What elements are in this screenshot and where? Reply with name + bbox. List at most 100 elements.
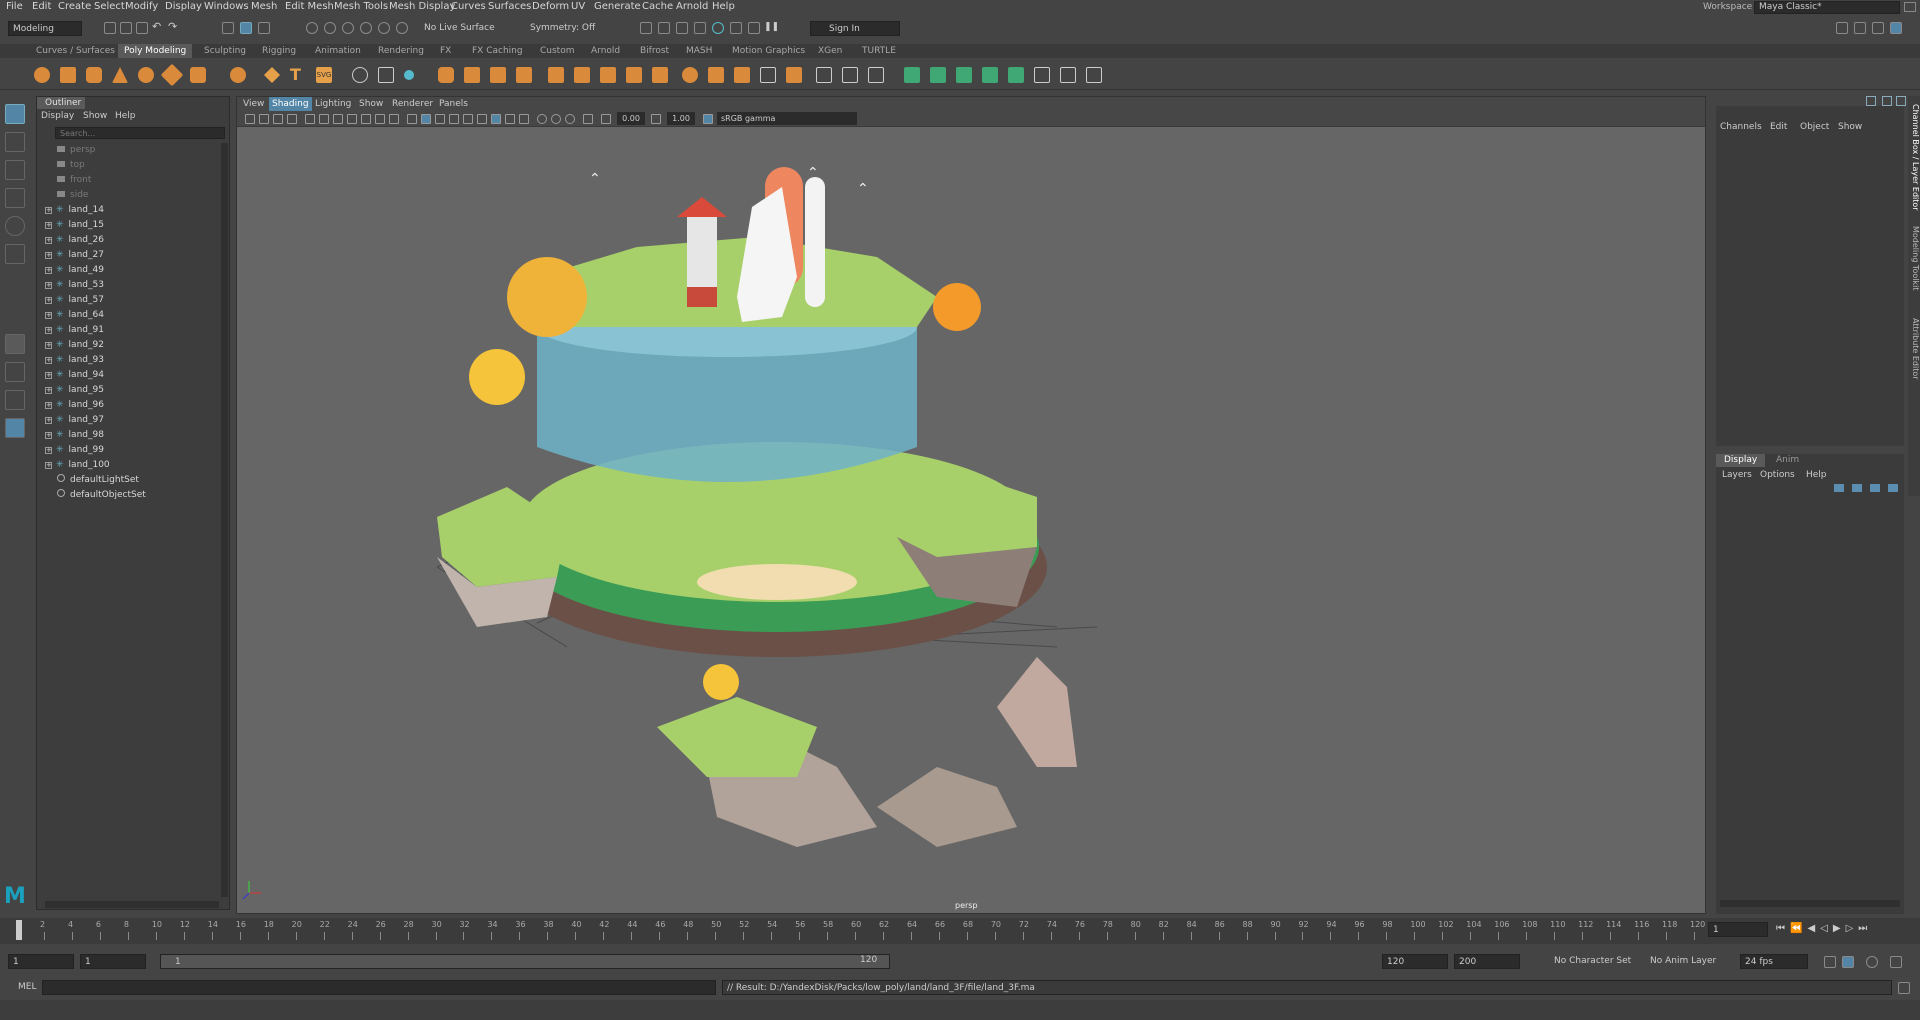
automatic-mapping-icon[interactable] <box>868 67 884 83</box>
menu-uv[interactable]: UV <box>571 0 585 14</box>
bridge-icon[interactable] <box>490 67 506 83</box>
viewport-menu-renderer[interactable]: Renderer <box>392 97 433 111</box>
exposure-field[interactable]: 0.00 <box>617 112 645 125</box>
motion-blur-icon[interactable] <box>505 114 515 124</box>
layer-move-up-icon[interactable] <box>1834 484 1844 492</box>
anim-layer-dropdown[interactable]: No Anim Layer <box>1646 954 1726 969</box>
scale-tool-icon[interactable] <box>5 244 25 264</box>
toggle-modeling-toolkit-icon[interactable] <box>1836 22 1848 34</box>
screen-space-ao-icon[interactable] <box>491 114 501 124</box>
workspace-dropdown[interactable]: Maya Classic* <box>1754 1 1900 14</box>
shelf-tab-fx-caching[interactable]: FX Caching <box>472 44 523 58</box>
field-chart-icon[interactable] <box>361 114 371 124</box>
outliner-set-item[interactable]: defaultObjectSet <box>57 488 146 503</box>
animation-preferences-icon[interactable] <box>1890 956 1902 968</box>
shelf-tab-xgen[interactable]: XGen <box>818 44 842 58</box>
outliner-menu-display[interactable]: Display <box>41 111 74 121</box>
menu-mesh-tools[interactable]: Mesh Tools <box>334 0 388 14</box>
safe-action-icon[interactable] <box>375 114 385 124</box>
edge-loop-icon[interactable] <box>652 67 668 83</box>
outliner-item[interactable]: + ✳ land_92 <box>45 338 104 353</box>
outliner-menu-show[interactable]: Show <box>83 111 107 121</box>
layers-menu[interactable]: Layers <box>1722 470 1752 480</box>
reverse-normals-icon[interactable] <box>982 67 998 83</box>
time-slider[interactable]: 2 4 6 8 10 12 14 16 18 20 22 24 26 28 30 32 34 36 38 40 42 44… <box>0 918 1920 944</box>
outliner-menu-help[interactable]: Help <box>115 111 136 121</box>
character-set-dropdown[interactable]: No Character Set <box>1550 954 1638 969</box>
isolate-select-icon[interactable] <box>537 114 547 124</box>
extrude-icon[interactable] <box>464 67 480 83</box>
shelf-tab-fx[interactable]: FX <box>440 44 451 58</box>
quad-draw-icon[interactable] <box>626 67 642 83</box>
shelf-tab-motion-graphics[interactable]: Motion Graphics <box>732 44 805 58</box>
sound-icon[interactable] <box>1866 956 1878 968</box>
layer-move-down-icon[interactable] <box>1852 484 1862 492</box>
expand-icon[interactable]: + <box>45 417 52 424</box>
view-transform-dropdown[interactable]: sRGB gamma <box>717 112 857 125</box>
viewport-menu-view[interactable]: View <box>243 97 264 111</box>
pause-render-icon[interactable]: ❚❚ <box>764 22 779 34</box>
grid-toggle-icon[interactable] <box>305 114 315 124</box>
command-input[interactable] <box>42 980 716 995</box>
live-surface-field[interactable]: No Live Surface <box>420 21 504 36</box>
sign-in-button[interactable]: Sign In <box>810 21 900 36</box>
toggle-tool-settings-icon[interactable] <box>1872 22 1884 34</box>
connect-icon[interactable] <box>600 67 616 83</box>
shelf-tab-poly-modeling[interactable]: Poly Modeling <box>118 44 193 58</box>
symmetry-icon[interactable] <box>1060 67 1076 83</box>
channels-menu[interactable]: Channels <box>1720 122 1762 132</box>
planar-mapping-icon[interactable] <box>842 67 858 83</box>
svg-tool-icon[interactable]: SVG <box>316 67 332 83</box>
film-gate-icon[interactable] <box>319 114 329 124</box>
shelf-tab-curves-surfaces[interactable]: Curves / Surfaces <box>36 44 115 58</box>
menu-generate[interactable]: Generate <box>594 0 641 14</box>
checker-icon[interactable] <box>1034 67 1050 83</box>
expand-icon[interactable]: + <box>45 297 52 304</box>
menu-mesh[interactable]: Mesh <box>251 0 277 14</box>
range-slider-bar[interactable]: 1 <box>160 954 890 969</box>
platonic-solid-icon[interactable] <box>230 67 246 83</box>
undo-icon[interactable]: ↶ <box>152 21 164 34</box>
menu-set-dropdown[interactable]: Modeling <box>8 21 82 36</box>
gamma-field[interactable]: 1.00 <box>667 112 695 125</box>
xray-joints-icon[interactable] <box>565 114 575 124</box>
outliner-camera-item[interactable]: persp <box>57 143 95 158</box>
outliner-persp-layout-icon[interactable] <box>5 390 25 410</box>
poly-sphere-icon[interactable] <box>34 67 50 83</box>
cleanup-icon[interactable] <box>786 67 802 83</box>
outliner-item[interactable]: + ✳ land_99 <box>45 443 104 458</box>
current-frame-field[interactable]: 1 <box>1708 922 1768 937</box>
move-tool-icon[interactable] <box>5 188 25 208</box>
layers-help-menu[interactable]: Help <box>1806 470 1827 480</box>
channels-show-menu[interactable]: Show <box>1838 122 1862 132</box>
target-weld-icon[interactable] <box>574 67 590 83</box>
resolution-gate-icon[interactable] <box>333 114 343 124</box>
safe-title-icon[interactable] <box>389 114 399 124</box>
select-component-icon[interactable] <box>258 22 270 34</box>
outliner-camera-item[interactable]: side <box>57 188 88 203</box>
layer-editor-scrollbar[interactable] <box>1720 900 1900 907</box>
menu-curves[interactable]: Curves <box>451 0 486 14</box>
expand-icon[interactable]: + <box>45 222 52 229</box>
step-forward-frame-icon[interactable]: ▷ <box>1846 923 1859 934</box>
expand-icon[interactable]: + <box>45 387 52 394</box>
uv-editor-icon[interactable] <box>816 67 832 83</box>
smooth-shade-icon[interactable] <box>421 114 431 124</box>
menu-file[interactable]: File <box>6 0 23 14</box>
shelf-tab-rigging[interactable]: Rigging <box>262 44 296 58</box>
hypershade-icon[interactable] <box>694 22 706 34</box>
outliner-item[interactable]: + ✳ land_91 <box>45 323 104 338</box>
outliner-item[interactable]: + ✳ land_27 <box>45 248 104 263</box>
render-sequence-icon[interactable] <box>748 22 760 34</box>
current-time-indicator[interactable] <box>16 920 22 940</box>
step-back-frame-icon[interactable]: ◀ <box>1807 923 1820 934</box>
expand-icon[interactable]: + <box>45 282 52 289</box>
booleans-icon[interactable] <box>438 67 454 83</box>
expand-icon[interactable]: + <box>45 327 52 334</box>
symmetry-dropdown[interactable]: Symmetry: Off <box>526 21 610 36</box>
paint-select-icon[interactable] <box>5 160 25 180</box>
new-layer-icon[interactable] <box>1870 484 1880 492</box>
poly-cone-icon[interactable] <box>112 67 128 83</box>
shelf-tab-arnold[interactable]: Arnold <box>591 44 620 58</box>
render-view-icon[interactable] <box>730 22 742 34</box>
